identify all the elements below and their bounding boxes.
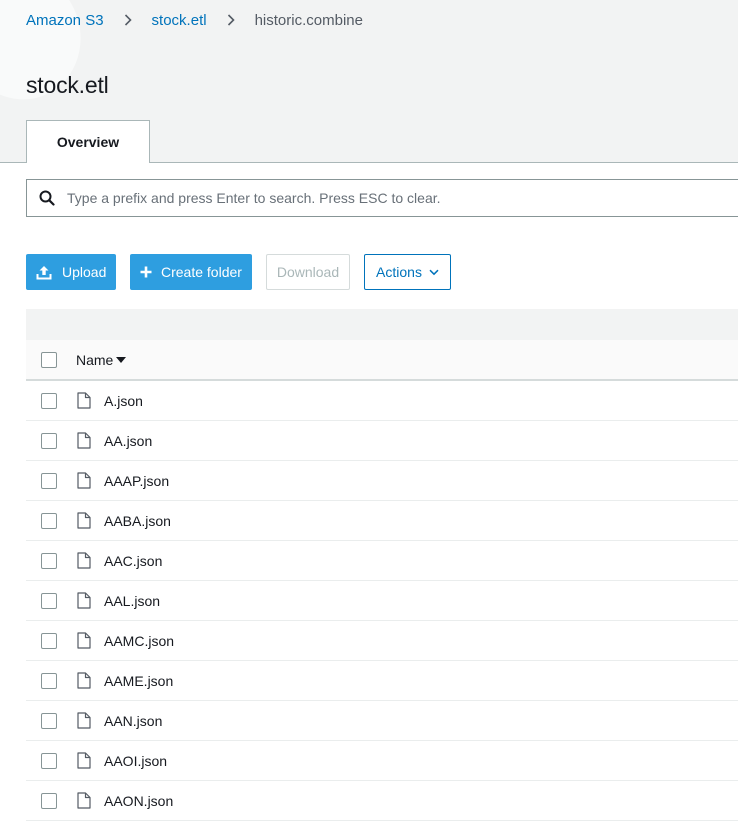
plus-icon xyxy=(140,266,152,278)
table-row[interactable]: AAC.json xyxy=(26,541,738,581)
row-checkbox[interactable] xyxy=(41,792,57,809)
table-row[interactable]: AAOI.json xyxy=(26,741,738,781)
file-icon xyxy=(77,512,91,529)
row-checkbox[interactable] xyxy=(41,472,57,489)
select-all-checkbox[interactable] xyxy=(41,351,57,368)
row-checkbox[interactable] xyxy=(41,512,57,529)
file-icon xyxy=(77,792,91,809)
file-name-link[interactable]: A.json xyxy=(104,393,143,409)
file-icon xyxy=(77,752,91,769)
row-checkbox[interactable] xyxy=(41,752,57,769)
table-row[interactable]: AAME.json xyxy=(26,661,738,701)
file-icon xyxy=(77,552,91,569)
file-icon xyxy=(77,632,91,649)
breadcrumb-amazon-s3[interactable]: Amazon S3 xyxy=(26,12,104,29)
file-name-link[interactable]: AAMC.json xyxy=(104,633,174,649)
file-name-link[interactable]: AAME.json xyxy=(104,673,173,689)
row-checkbox[interactable] xyxy=(41,392,57,409)
create-folder-label: Create folder xyxy=(161,264,242,280)
actions-label: Actions xyxy=(376,264,422,280)
upload-label: Upload xyxy=(62,264,107,280)
table-row[interactable]: A.json xyxy=(26,381,738,421)
breadcrumb-current: historic.combine xyxy=(254,11,363,29)
file-name-link[interactable]: AAL.json xyxy=(104,593,160,609)
file-list: A.json AA.json AAAP.json AABA.json AAC.json A… xyxy=(26,381,738,821)
row-checkbox[interactable] xyxy=(41,712,57,729)
file-icon xyxy=(77,392,91,409)
download-button[interactable]: Download xyxy=(266,254,350,290)
file-name-link[interactable]: AA.json xyxy=(104,433,152,449)
file-icon xyxy=(77,672,91,689)
table-row[interactable]: AAL.json xyxy=(26,581,738,621)
page-title: stock.etl xyxy=(26,72,109,98)
file-name-link[interactable]: AAOI.json xyxy=(104,753,167,769)
name-column-label: Name xyxy=(76,351,114,368)
search-bar xyxy=(26,179,738,217)
table-row[interactable]: AAMC.json xyxy=(26,621,738,661)
upload-icon xyxy=(36,265,52,280)
table-row[interactable]: AAON.json xyxy=(26,781,738,821)
toolbar: Upload Create folder Download Actions xyxy=(26,254,451,290)
file-name-link[interactable]: AAC.json xyxy=(104,553,162,569)
table-row[interactable]: AA.json xyxy=(26,421,738,461)
upload-button[interactable]: Upload xyxy=(26,254,116,290)
chevron-right-icon xyxy=(124,14,132,26)
tab-overview[interactable]: Overview xyxy=(26,120,150,163)
name-column-header[interactable]: Name xyxy=(76,351,127,368)
main-content: Upload Create folder Download Actions Na… xyxy=(0,163,738,822)
create-folder-button[interactable]: Create folder xyxy=(130,254,252,290)
table-top-band xyxy=(26,309,738,340)
search-input[interactable] xyxy=(67,190,707,206)
page-header: Amazon S3 stock.etl historic.combine sto… xyxy=(0,0,738,164)
table-row[interactable]: AAN.json xyxy=(26,701,738,741)
table-header: Name xyxy=(26,340,738,381)
file-name-link[interactable]: AAON.json xyxy=(104,793,173,809)
breadcrumb: Amazon S3 stock.etl historic.combine xyxy=(26,10,363,30)
search-icon xyxy=(27,190,67,206)
caret-down-icon xyxy=(116,356,127,363)
row-checkbox[interactable] xyxy=(41,672,57,689)
file-icon xyxy=(77,472,91,489)
file-name-link[interactable]: AAAP.json xyxy=(104,473,169,489)
row-checkbox[interactable] xyxy=(41,592,57,609)
file-icon xyxy=(77,432,91,449)
file-name-link[interactable]: AAN.json xyxy=(104,713,162,729)
chevron-down-icon xyxy=(429,269,439,276)
file-name-link[interactable]: AABA.json xyxy=(104,513,171,529)
breadcrumb-bucket[interactable]: stock.etl xyxy=(152,12,207,29)
file-icon xyxy=(77,592,91,609)
table-row[interactable]: AABA.json xyxy=(26,501,738,541)
row-checkbox[interactable] xyxy=(41,432,57,449)
chevron-right-icon xyxy=(227,14,235,26)
row-checkbox[interactable] xyxy=(41,552,57,569)
table-row[interactable]: AAAP.json xyxy=(26,461,738,501)
actions-dropdown[interactable]: Actions xyxy=(364,254,451,290)
row-checkbox[interactable] xyxy=(41,632,57,649)
file-icon xyxy=(77,712,91,729)
